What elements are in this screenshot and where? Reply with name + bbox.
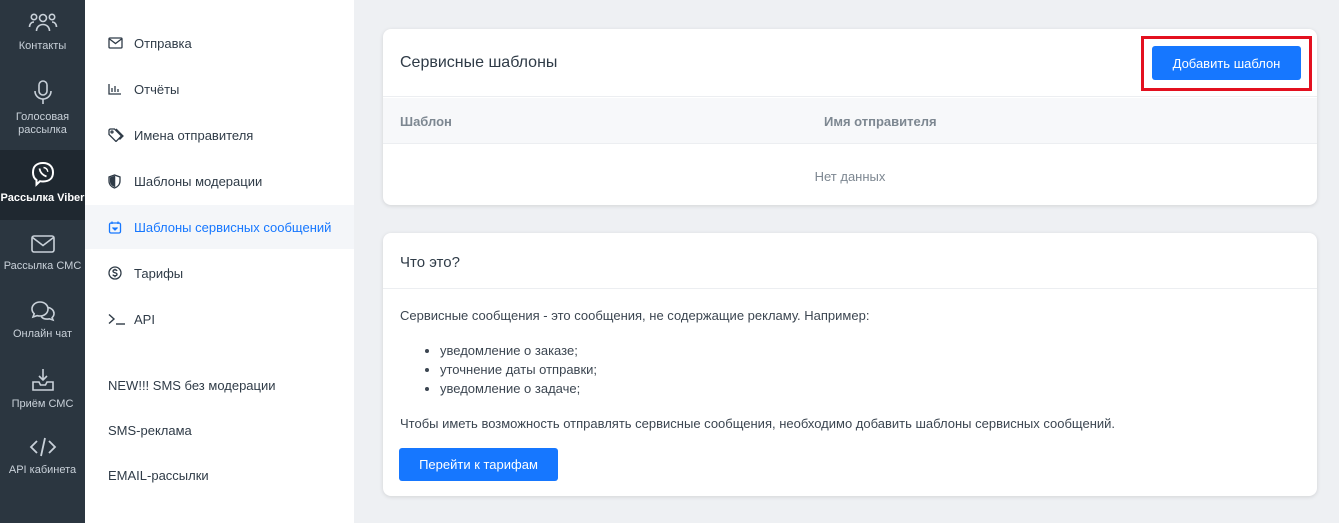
code-icon [29, 437, 56, 457]
menu-item-service-templates[interactable]: Шаблоны сервисных сообщений [85, 205, 354, 249]
card-title: Что это? [400, 254, 460, 271]
rail-item-voice[interactable]: Голосовая рассылка [0, 68, 85, 150]
info-intro: Сервисные сообщения - это сообщения, не … [400, 308, 870, 323]
menu-item-label: Имена отправителя [134, 127, 254, 143]
envelope-icon [30, 235, 55, 253]
info-card: Что это? Сервисные сообщения - это сообщ… [383, 233, 1317, 496]
menu-link-label: SMS-реклама [108, 422, 192, 438]
column-header-template: Шаблон [400, 114, 452, 129]
column-header-sender-name: Имя отправителя [824, 114, 937, 129]
rail-item-label: Рассылка Viber [0, 192, 85, 204]
inbox-download-icon [31, 369, 54, 391]
chat-icon [30, 301, 55, 322]
menu-item-api[interactable]: API [85, 297, 354, 341]
highlight-frame [1141, 36, 1312, 91]
rail-item-label: API кабинета [8, 464, 77, 476]
list-item: уведомление о заказе; [440, 341, 597, 360]
rail-item-label: Онлайн чат [12, 328, 73, 340]
section-menu: Отправка Отчёты Имена отправителя Шаблон… [85, 0, 354, 523]
rail-item-viber[interactable]: Рассылка Viber [0, 150, 85, 220]
menu-item-reports[interactable]: Отчёты [85, 67, 354, 111]
tag-icon [108, 128, 126, 142]
card-header: Что это? [383, 233, 1317, 289]
menu-item-label: Шаблоны сервисных сообщений [134, 219, 332, 235]
card-title: Сервисные шаблоны [400, 54, 558, 71]
menu-item-sender-names[interactable]: Имена отправителя [85, 113, 354, 157]
menu-item-label: Тарифы [134, 265, 184, 281]
viber-icon [31, 161, 54, 187]
menu-item-label: Отчёты [134, 81, 180, 97]
rail-item-api[interactable]: API кабинета [0, 424, 85, 492]
rail-item-label: Контакты [18, 40, 67, 52]
table-header: Шаблон Имя отправителя [383, 98, 1317, 144]
rail-item-label: Приём СМС [11, 398, 74, 410]
empty-text: Нет данных [814, 169, 886, 184]
menu-item-label: Шаблоны модерации [134, 173, 263, 189]
main-rail: Контакты Голосовая рассылка Рассылка Vib… [0, 0, 85, 523]
menu-link-label: NEW!!! SMS без модерации [108, 377, 276, 393]
menu-item-label: Отправка [134, 35, 192, 51]
dollar-circle-icon [108, 266, 126, 280]
bar-chart-icon [108, 83, 126, 95]
menu-item-tariffs[interactable]: Тарифы [85, 251, 354, 295]
list-item: уточнение даты отправки; [440, 360, 597, 379]
menu-item-send[interactable]: Отправка [85, 21, 354, 65]
list-item: уведомление о задаче; [440, 379, 597, 398]
rail-item-label: Голосовая рассылка [15, 111, 70, 136]
rail-item-chat[interactable]: Онлайн чат [0, 288, 85, 356]
menu-link-label: EMAIL-рассылки [108, 467, 209, 483]
microphone-icon [33, 80, 52, 104]
rail-item-contacts[interactable]: Контакты [0, 0, 85, 68]
info-note: Чтобы иметь возможность отправлять серви… [400, 416, 1116, 431]
rail-item-sms[interactable]: Рассылка СМС [0, 220, 85, 288]
menu-item-moderation-templates[interactable]: Шаблоны модерации [85, 159, 354, 203]
contacts-icon [28, 13, 57, 32]
menu-link-email[interactable]: EMAIL-рассылки [85, 453, 354, 497]
envelope-icon [108, 37, 126, 49]
rail-item-label: Рассылка СМС [3, 260, 82, 272]
go-to-tariffs-button[interactable]: Перейти к тарифам [399, 448, 558, 481]
terminal-icon [108, 313, 126, 325]
examples-list: уведомление о заказе; уточнение даты отп… [400, 341, 597, 398]
table-empty-state: Нет данных [383, 145, 1317, 205]
shield-icon [108, 173, 126, 189]
menu-link-sms-ads[interactable]: SMS-реклама [85, 408, 354, 452]
menu-link-sms-no-moderation[interactable]: NEW!!! SMS без модерации [85, 363, 354, 407]
rail-item-receive-sms[interactable]: Приём СМС [0, 356, 85, 424]
service-template-icon [108, 220, 126, 234]
menu-item-label: API [134, 311, 155, 327]
